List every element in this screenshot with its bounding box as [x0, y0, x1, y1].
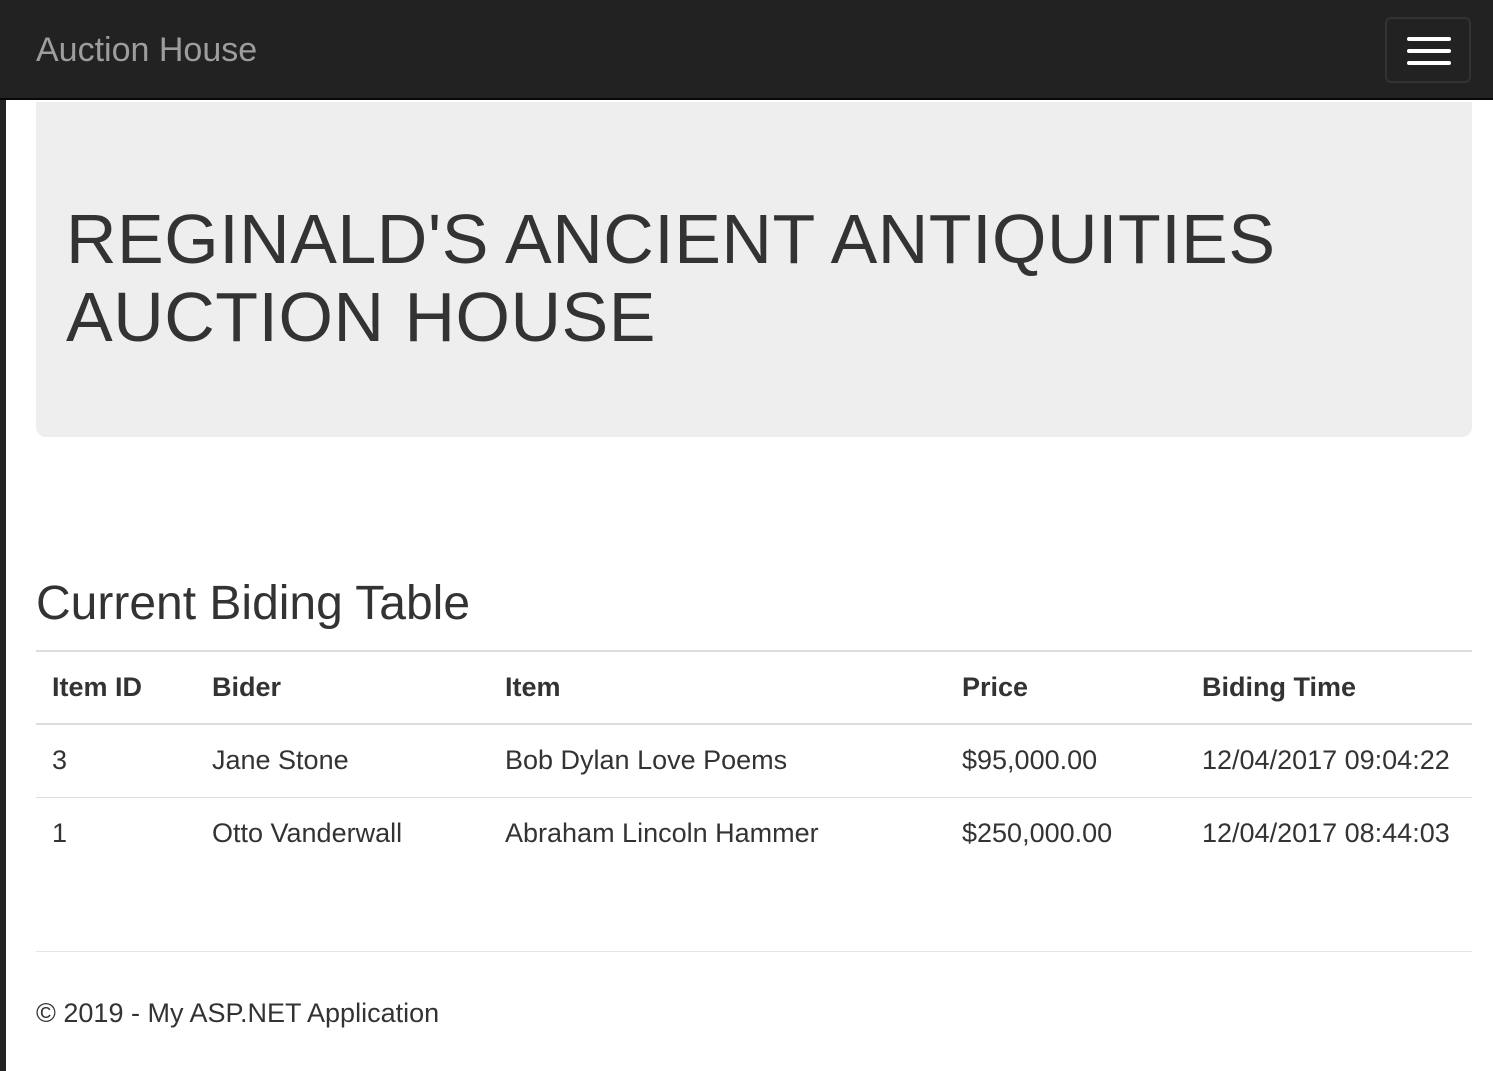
cell-price: $250,000.00 — [962, 818, 1113, 849]
cell-biding-time: 12/04/2017 08:44:03 — [1202, 818, 1450, 849]
jumbotron-title-line1: REGINALD'S ANCIENT ANTIQUITIES — [66, 200, 1276, 278]
column-header-item-id: Item ID — [52, 672, 143, 702]
footer-copyright: © 2019 - My ASP.NET Application — [36, 998, 440, 1028]
column-header-bider: Bider — [212, 672, 282, 702]
footer-divider — [36, 951, 1472, 952]
bidding-table: Item ID Bider Item Price Biding Time 3 J… — [36, 650, 1472, 870]
bidding-table-title: Current Biding Table — [36, 577, 471, 630]
table-row: 3 Jane Stone Bob Dylan Love Poems $95,00… — [36, 724, 1472, 797]
cell-item: Bob Dylan Love Poems — [505, 745, 788, 776]
table-header: Item ID Bider Item Price Biding Time — [36, 651, 1472, 724]
hamburger-bar — [1407, 49, 1451, 53]
cell-item-id: 1 — [52, 818, 68, 849]
cell-item: Abraham Lincoln Hammer — [505, 818, 819, 849]
cell-biding-time: 12/04/2017 09:04:22 — [1202, 745, 1450, 776]
hamburger-bar — [1407, 37, 1451, 41]
column-header-item: Item — [505, 672, 561, 702]
navbar-brand-link[interactable]: Auction House — [36, 28, 257, 72]
jumbotron: REGINALD'S ANCIENT ANTIQUITIES AUCTION H… — [36, 102, 1472, 437]
table-body: 3 Jane Stone Bob Dylan Love Poems $95,00… — [36, 724, 1472, 870]
navbar: Auction House — [0, 0, 1493, 100]
jumbotron-title-line2: AUCTION HOUSE — [66, 278, 656, 356]
column-header-biding-time: Biding Time — [1202, 672, 1357, 702]
jumbotron-title: REGINALD'S ANCIENT ANTIQUITIES AUCTION H… — [66, 200, 1446, 356]
table-header-row: Item ID Bider Item Price Biding Time — [36, 651, 1472, 724]
cell-bider: Otto Vanderwall — [212, 818, 403, 849]
cell-bider: Jane Stone — [212, 745, 349, 776]
hamburger-bar — [1407, 61, 1451, 65]
page-frame: Auction House REGINALD'S ANCIENT ANTIQUI… — [0, 0, 1493, 1071]
table-row: 1 Otto Vanderwall Abraham Lincoln Hammer… — [36, 797, 1472, 870]
cell-price: $95,000.00 — [962, 745, 1098, 776]
navbar-toggle-button[interactable] — [1385, 17, 1471, 83]
cell-item-id: 3 — [52, 745, 68, 776]
column-header-price: Price — [962, 672, 1029, 702]
